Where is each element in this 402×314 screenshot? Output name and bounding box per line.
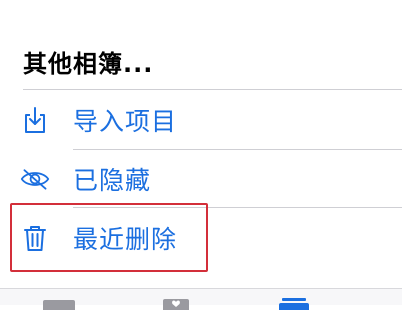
section-title: 其他相簿... xyxy=(23,50,154,78)
albums-tab-icon[interactable] xyxy=(278,295,310,314)
list-item-label: 导入项目 xyxy=(73,107,178,136)
for-you-tab-icon[interactable] xyxy=(162,295,190,314)
eye-slash-icon xyxy=(20,164,50,194)
list-item-import[interactable]: 导入项目 xyxy=(0,91,402,149)
photos-tab-icon[interactable] xyxy=(42,295,76,314)
divider xyxy=(23,89,402,90)
list-item-label: 已隐藏 xyxy=(73,166,152,195)
list-item-hidden[interactable]: 已隐藏 xyxy=(0,150,402,208)
tab-bar xyxy=(0,288,402,313)
selection-highlight xyxy=(10,203,208,272)
import-icon xyxy=(20,105,50,135)
